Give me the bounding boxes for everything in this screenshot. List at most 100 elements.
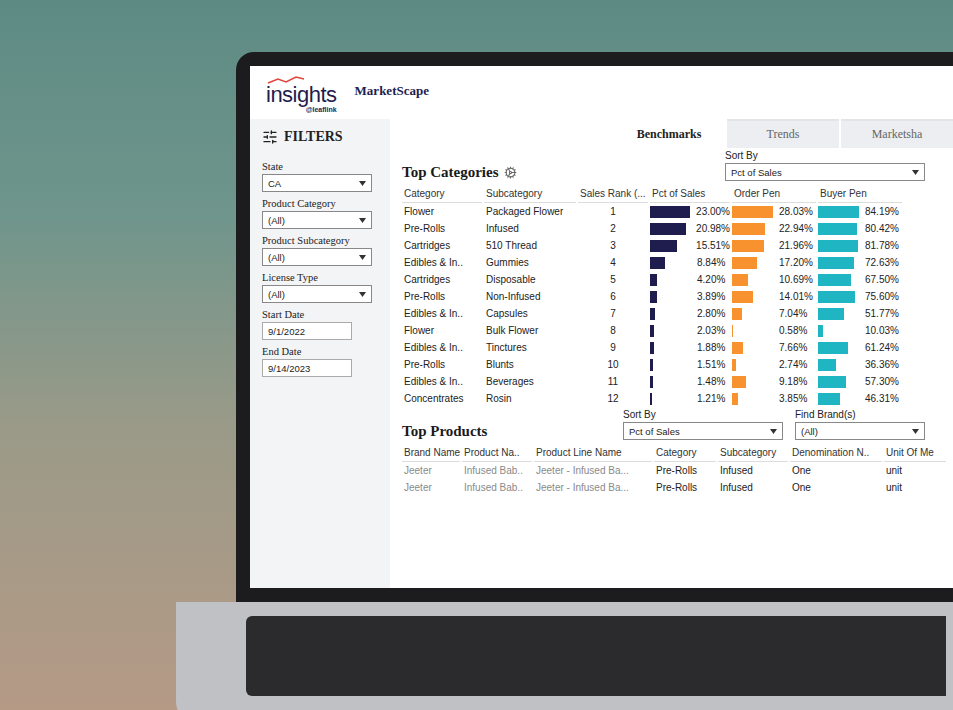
dropdown-arrow-icon xyxy=(359,181,366,186)
bar-cell: 1.48% xyxy=(650,373,730,390)
tab[interactable]: Marketsha xyxy=(841,119,953,148)
bar-cell: 15.51% xyxy=(650,237,730,254)
section-title: Top Categories xyxy=(402,164,499,181)
table-cell: Infused xyxy=(718,479,788,496)
bar-track xyxy=(650,376,694,388)
bar-value: 14.01% xyxy=(779,291,813,302)
table-cell: 5 xyxy=(578,271,648,288)
bar-value: 46.31% xyxy=(865,393,899,404)
laptop-base xyxy=(176,602,953,710)
bar-value: 1.21% xyxy=(697,393,725,404)
column-header[interactable]: Product Line Name xyxy=(534,444,652,462)
find-brands: Find Brand(s) (All) xyxy=(795,409,925,440)
column-header[interactable]: Unit Of Me xyxy=(884,444,946,462)
info-badge-icon[interactable] xyxy=(504,166,517,179)
column-header[interactable]: Subcategory xyxy=(484,185,576,203)
bar-fill xyxy=(818,206,859,218)
column-header[interactable]: Category xyxy=(402,185,482,203)
bar-track xyxy=(818,376,862,388)
bar-track xyxy=(732,393,776,405)
filter-select[interactable]: CA xyxy=(262,174,372,192)
bar-value: 9.18% xyxy=(779,376,807,387)
table-cell: unit xyxy=(884,462,946,479)
tab[interactable]: Trends xyxy=(727,119,839,148)
sliders-icon xyxy=(262,129,278,145)
top-bar: insights@leaflinkMarketScape xyxy=(250,66,953,119)
top-products-panel: Top ProductsSort ByPct of SalesFind Bran… xyxy=(398,407,953,496)
bar-cell: 72.63% xyxy=(818,254,902,271)
column-header[interactable]: Sales Rank (... xyxy=(578,185,648,203)
table-cell: 10 xyxy=(578,356,648,373)
table-cell: Gummies xyxy=(484,254,576,271)
table-cell: 12 xyxy=(578,390,648,407)
bar-cell: 4.20% xyxy=(650,271,730,288)
bar-value: 10.69% xyxy=(779,274,813,285)
bar-value: 75.60% xyxy=(865,291,899,302)
find-label: Find Brand(s) xyxy=(795,409,925,420)
bar-value: 3.89% xyxy=(697,291,725,302)
bar-fill xyxy=(650,393,652,405)
filter-select[interactable]: (All) xyxy=(262,211,372,229)
table-cell: Beverages xyxy=(484,373,576,390)
filter-label: State xyxy=(262,161,378,172)
bar-fill xyxy=(818,223,857,235)
column-header[interactable]: Subcategory xyxy=(718,444,788,462)
find-select[interactable]: (All) xyxy=(795,422,925,440)
column-header[interactable]: Brand Name xyxy=(402,444,460,462)
bar-track xyxy=(818,325,862,337)
table-cell: Jeeter - Infused Ba... xyxy=(534,462,652,479)
bar-fill xyxy=(650,206,690,218)
column-header[interactable]: Product Na.. xyxy=(462,444,532,462)
filter-select[interactable]: (All) xyxy=(262,285,372,303)
date-input[interactable]: 9/1/2022 xyxy=(262,322,352,340)
table-cell: Pre-Rolls xyxy=(654,462,716,479)
table-cell: Flower xyxy=(402,322,482,339)
tab[interactable]: Benchmarks xyxy=(613,119,725,148)
bar-track xyxy=(650,274,694,286)
date-input[interactable]: 9/14/2023 xyxy=(262,359,352,377)
bar-cell: 20.98% xyxy=(650,220,730,237)
bar-value: 84.19% xyxy=(865,206,899,217)
filter-field: Start Date9/1/2022 xyxy=(262,309,378,340)
bar-value: 61.24% xyxy=(865,342,899,353)
bar-fill xyxy=(818,274,851,286)
dropdown-arrow-icon xyxy=(359,255,366,260)
laptop-bezel: insights@leaflinkMarketScapeFILTERSState… xyxy=(236,52,953,602)
bar-fill xyxy=(650,376,653,388)
filter-label: End Date xyxy=(262,346,378,357)
table-cell: Flower xyxy=(402,203,482,220)
bar-value: 21.96% xyxy=(779,240,813,251)
bar-value: 57.30% xyxy=(865,376,899,387)
tab-bar: BenchmarksTrendsMarketsha xyxy=(398,119,953,148)
table-cell: 1 xyxy=(578,203,648,220)
filter-select[interactable]: (All) xyxy=(262,248,372,266)
bar-track xyxy=(650,223,693,235)
logo-sub: @leaflink xyxy=(306,106,337,113)
table-cell: 6 xyxy=(578,288,648,305)
table-cell: Cartridges xyxy=(402,237,482,254)
sort-select[interactable]: Pct of Sales xyxy=(623,422,783,440)
bar-fill xyxy=(732,274,748,286)
bar-fill xyxy=(650,359,653,371)
table-cell: Concentrates xyxy=(402,390,482,407)
sort-select[interactable]: Pct of Sales xyxy=(725,163,925,181)
column-header[interactable]: Buyer Pen xyxy=(818,185,902,203)
filter-field: License Type(All) xyxy=(262,272,378,303)
bar-value: 67.50% xyxy=(865,274,899,285)
bar-value: 4.20% xyxy=(697,274,725,285)
bar-value: 23.00% xyxy=(696,206,730,217)
sort-label: Sort By xyxy=(623,409,783,420)
column-header[interactable]: Denomination N.. xyxy=(790,444,882,462)
column-header[interactable]: Order Pen xyxy=(732,185,816,203)
bar-fill xyxy=(732,359,736,371)
column-header[interactable]: Pct of Sales xyxy=(650,185,730,203)
table-cell: 2 xyxy=(578,220,648,237)
bar-cell: 0.58% xyxy=(732,322,816,339)
bar-track xyxy=(650,325,694,337)
table-cell: Pre-Rolls xyxy=(402,356,482,373)
table-cell: 9 xyxy=(578,339,648,356)
filter-label: Product Category xyxy=(262,198,378,209)
column-header[interactable]: Category xyxy=(654,444,716,462)
filters-sidebar: FILTERSStateCAProduct Category(All)Produ… xyxy=(250,119,390,588)
table-cell: Capsules xyxy=(484,305,576,322)
